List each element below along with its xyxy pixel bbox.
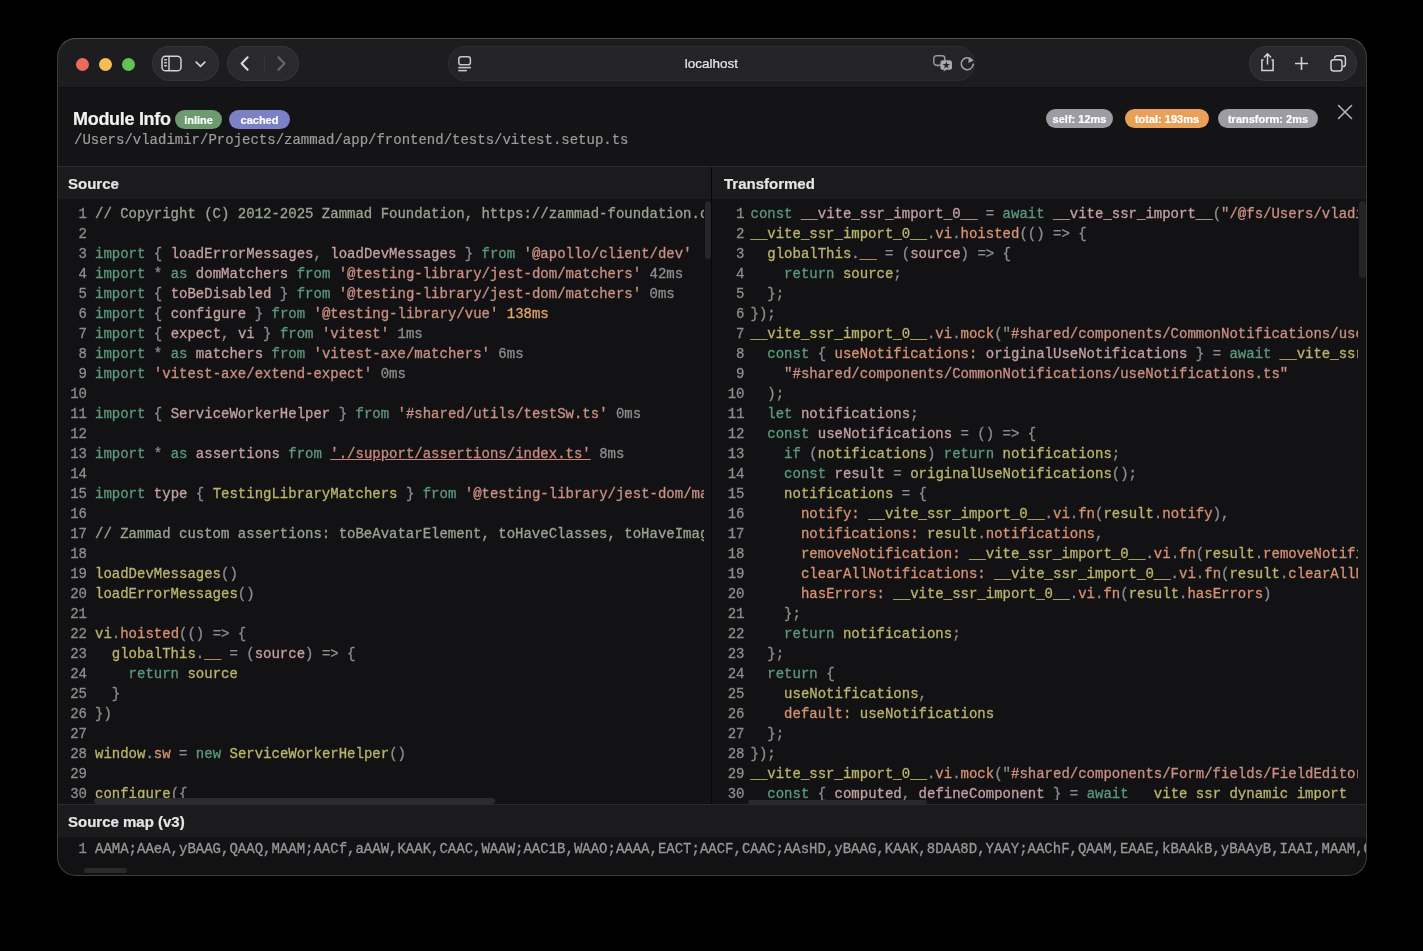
svg-text:★: ★ <box>942 60 950 70</box>
